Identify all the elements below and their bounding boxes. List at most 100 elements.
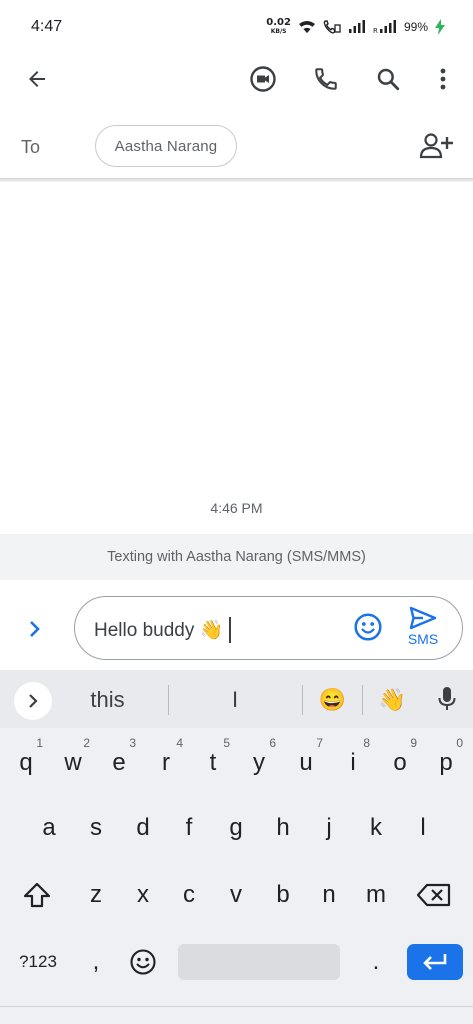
key-o[interactable]: o9 [377, 736, 423, 788]
recipient-row: To Aastha Narang [0, 120, 473, 176]
comma-key[interactable]: , [73, 937, 119, 987]
key-hint: 6 [269, 736, 276, 750]
backspace-key[interactable] [411, 870, 457, 920]
key-i[interactable]: i8 [330, 736, 376, 788]
more-options-button[interactable] [423, 59, 463, 99]
expand-options-button[interactable] [20, 614, 50, 644]
add-person-icon [419, 133, 453, 159]
key-label: u [299, 749, 313, 776]
symbols-key[interactable]: ?123 [13, 937, 63, 987]
status-bar: 4:47 0.02 KB/S R 99% [0, 0, 473, 56]
key-n[interactable]: n [306, 870, 352, 920]
chevron-right-icon [30, 621, 40, 637]
key-v[interactable]: v [213, 870, 259, 920]
key-j[interactable]: j [306, 803, 352, 853]
suggestion-word[interactable]: this [60, 687, 155, 713]
suggestion-emoji[interactable]: 👋 [370, 687, 415, 713]
svg-text:R: R [373, 27, 378, 34]
emoji-button[interactable] [353, 612, 387, 646]
key-d[interactable]: d [120, 803, 166, 853]
emoji-icon [130, 949, 156, 975]
voice-input-button[interactable] [427, 679, 467, 719]
key-s[interactable]: s [73, 803, 119, 853]
suggestion-divider [302, 685, 303, 715]
search-icon [377, 68, 400, 91]
key-x[interactable]: x [120, 870, 166, 920]
key-u[interactable]: u7 [283, 736, 329, 788]
keyboard: this I 😄 👋 q1 w2 e3 r4 t5 y6 u7 i8 o9 p0… [0, 670, 473, 1024]
phone-call-button[interactable] [306, 59, 346, 99]
key-c[interactable]: c [166, 870, 212, 920]
key-r[interactable]: r4 [143, 736, 189, 788]
battery-percent: 99% [403, 19, 428, 34]
key-g[interactable]: g [213, 803, 259, 853]
backspace-icon [417, 883, 451, 907]
period-key[interactable]: . [353, 937, 399, 987]
search-button[interactable] [368, 59, 408, 99]
enter-key[interactable] [407, 944, 463, 980]
video-call-button[interactable] [243, 59, 283, 99]
back-button[interactable] [17, 59, 57, 99]
key-hint: 3 [129, 736, 136, 750]
key-label: y [253, 749, 265, 776]
texting-with-banner: Texting with Aastha Narang (SMS/MMS) [0, 534, 473, 580]
suggestion-divider [168, 685, 169, 715]
suggestion-divider [362, 685, 363, 715]
key-l[interactable]: l [400, 803, 446, 853]
key-hint: 5 [223, 736, 230, 750]
network-speed: 0.02 KB/S [266, 17, 291, 36]
compose-area: Hello buddy 👋 SMS [0, 580, 473, 670]
keyboard-row-1: q1 w2 e3 r4 t5 y6 u7 i8 o9 p0 [0, 736, 473, 788]
send-sms-button[interactable]: SMS [401, 606, 445, 652]
volte-call-icon [323, 19, 341, 34]
key-label: e [112, 749, 126, 776]
charging-icon [435, 18, 445, 35]
message-input[interactable]: Hello buddy 👋 SMS [74, 596, 463, 660]
key-hint: 1 [36, 736, 43, 750]
key-label: w [64, 749, 82, 776]
suggestion-emoji[interactable]: 😄 [310, 687, 355, 713]
back-arrow-icon [29, 71, 45, 87]
key-q[interactable]: q1 [3, 736, 49, 788]
key-hint: 0 [456, 736, 463, 750]
navigation-bar-divider [0, 1006, 473, 1007]
space-key[interactable] [178, 944, 340, 980]
keyboard-toolbar-button[interactable] [14, 682, 52, 720]
key-h[interactable]: h [260, 803, 306, 853]
key-t[interactable]: t5 [190, 736, 236, 788]
shift-icon [23, 882, 51, 908]
wifi-icon [298, 20, 315, 33]
key-label: o [393, 749, 407, 776]
emoji-key[interactable] [120, 937, 166, 987]
key-w[interactable]: w2 [50, 736, 96, 788]
key-hint: 4 [176, 736, 183, 750]
phone-icon [315, 68, 337, 90]
key-b[interactable]: b [260, 870, 306, 920]
microphone-icon [438, 687, 456, 710]
key-m[interactable]: m [353, 870, 399, 920]
suggestion-bar: this I 😄 👋 [0, 670, 473, 728]
key-p[interactable]: p0 [423, 736, 469, 788]
network-speed-unit: KB/S [270, 28, 287, 35]
key-label: t [209, 749, 217, 776]
shift-key[interactable] [14, 870, 60, 920]
header-divider [0, 178, 473, 182]
key-hint: 7 [316, 736, 323, 750]
key-f[interactable]: f [166, 803, 212, 853]
enter-icon [423, 954, 447, 970]
message-timestamp: 4:46 PM [210, 500, 263, 516]
add-recipient-button[interactable] [416, 126, 456, 166]
key-a[interactable]: a [26, 803, 72, 853]
send-label: SMS [407, 631, 439, 647]
more-vert-icon [440, 68, 446, 90]
key-z[interactable]: z [73, 870, 119, 920]
suggestion-word[interactable]: I [185, 687, 285, 713]
status-indicators: 0.02 KB/S R 99% [266, 17, 445, 36]
key-k[interactable]: k [353, 803, 399, 853]
key-label: r [162, 749, 170, 776]
key-e[interactable]: e3 [96, 736, 142, 788]
key-y[interactable]: y6 [236, 736, 282, 788]
message-input-text[interactable]: Hello buddy 👋 [94, 617, 231, 643]
recipient-chip[interactable]: Aastha Narang [95, 125, 237, 167]
keyboard-row-2: a s d f g h j k l [0, 803, 473, 853]
